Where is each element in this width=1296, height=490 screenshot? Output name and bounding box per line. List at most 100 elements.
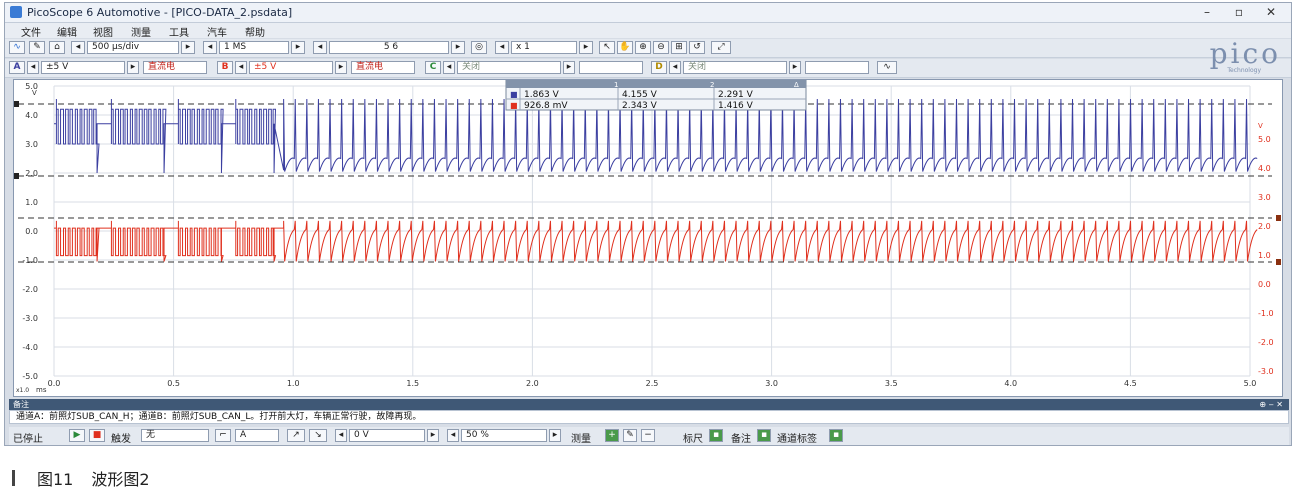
window-title: PicoScope 6 Automotive - [PICO-DATA_2.ps… bbox=[27, 6, 293, 19]
buffer-field[interactable]: 5 6 bbox=[329, 41, 449, 54]
probe-icon[interactable]: ✎ bbox=[29, 41, 45, 54]
ruler-handle-left-a bbox=[14, 101, 19, 107]
channel-a-range-up[interactable]: ▸ bbox=[127, 61, 139, 74]
add-measure-icon[interactable]: + bbox=[605, 429, 619, 442]
app-icon bbox=[10, 6, 22, 18]
hand-icon[interactable]: ✋ bbox=[617, 41, 633, 54]
pretrigger-decrease-button[interactable]: ◂ bbox=[447, 429, 459, 442]
menu-edit[interactable]: 编辑 bbox=[57, 24, 77, 39]
samples-decrease-button[interactable]: ◂ bbox=[203, 41, 217, 54]
channel-b-range-select[interactable]: ±5 V bbox=[249, 61, 333, 74]
channel-a-label[interactable]: A bbox=[9, 61, 25, 74]
x-tick-label: 3.5 bbox=[885, 379, 898, 388]
zoom-increase-button[interactable]: ▸ bbox=[579, 41, 593, 54]
left-tick-label: -3.0 bbox=[22, 314, 38, 323]
x-tick-label: 1.5 bbox=[406, 379, 419, 388]
ruler-handle-left-b bbox=[14, 173, 19, 179]
zoom-out-icon[interactable]: ⊖ bbox=[653, 41, 669, 54]
edit-measure-icon[interactable]: ✎ bbox=[623, 429, 637, 442]
menu-help[interactable]: 帮助 bbox=[245, 24, 265, 39]
scope-mode-icon[interactable]: ∿ bbox=[9, 41, 25, 54]
menu-view[interactable]: 视图 bbox=[93, 24, 113, 39]
channel-c-range-up[interactable]: ▸ bbox=[563, 61, 575, 74]
x-tick-label: 0.5 bbox=[167, 379, 180, 388]
level-increase-button[interactable]: ▸ bbox=[427, 429, 439, 442]
trigger-mode-select[interactable]: 无 bbox=[141, 429, 209, 442]
ruler-row-b-delta: 1.416 V bbox=[718, 101, 754, 111]
rising-edge-icon[interactable]: ↗ bbox=[287, 429, 305, 442]
buffer-next-button[interactable]: ▸ bbox=[451, 41, 465, 54]
start-icon[interactable]: ▶ bbox=[69, 429, 85, 442]
zoom-select[interactable]: x 1 bbox=[511, 41, 577, 54]
buffer-overview-icon[interactable]: ◎ bbox=[471, 41, 487, 54]
timebase-decrease-button[interactable]: ◂ bbox=[71, 41, 85, 54]
level-decrease-button[interactable]: ◂ bbox=[335, 429, 347, 442]
math-channel-icon[interactable]: ∿ bbox=[877, 61, 897, 74]
channel-d-range-up[interactable]: ▸ bbox=[789, 61, 801, 74]
menu-tools[interactable]: 工具 bbox=[169, 24, 189, 39]
channel-c-label[interactable]: C bbox=[425, 61, 441, 74]
channel-c-state-select[interactable]: 关闭 bbox=[457, 61, 561, 74]
menu-measure[interactable]: 测量 bbox=[131, 24, 151, 39]
pointer-icon[interactable]: ↖ bbox=[599, 41, 615, 54]
x-axis: 0.0 0.5 1.0 1.5 2.0 2.5 3.0 3.5 4.0 4.5 5.0 bbox=[48, 379, 1257, 388]
trigger-edge-icon[interactable]: ⌐ bbox=[215, 429, 231, 442]
zoom-fit-icon[interactable]: ⤢ bbox=[711, 41, 731, 54]
channel-c-coupling-select[interactable] bbox=[579, 61, 643, 74]
x-tick-label: 2.0 bbox=[526, 379, 539, 388]
trigger-level-field[interactable]: 0 V bbox=[349, 429, 425, 442]
pretrigger-increase-button[interactable]: ▸ bbox=[549, 429, 561, 442]
channel-labels-label: 通道标签 bbox=[777, 434, 817, 445]
minimize-button[interactable]: – bbox=[1193, 4, 1221, 21]
left-tick-label: -5.0 bbox=[22, 372, 38, 381]
left-tick-label: 2.0 bbox=[25, 169, 38, 178]
zoom-in-icon[interactable]: ⊕ bbox=[635, 41, 651, 54]
buffer-prev-button[interactable]: ◂ bbox=[313, 41, 327, 54]
channel-b-range-up[interactable]: ▸ bbox=[335, 61, 347, 74]
stop-icon[interactable]: ■ bbox=[89, 429, 105, 442]
timebase-increase-button[interactable]: ▸ bbox=[181, 41, 195, 54]
trigger-channel-select[interactable]: A bbox=[235, 429, 279, 442]
notes-toggle-icon[interactable]: ▪ bbox=[757, 429, 771, 442]
timebase-select[interactable]: 500 µs/div bbox=[87, 41, 179, 54]
measure-label: 测量 bbox=[571, 434, 591, 445]
ruler-toggle-icon[interactable]: ▪ bbox=[709, 429, 723, 442]
channel-d-label[interactable]: D bbox=[651, 61, 667, 74]
channel-d-coupling-select[interactable] bbox=[805, 61, 869, 74]
ruler-row-a-delta: 2.291 V bbox=[718, 90, 754, 100]
waveform-plot[interactable]: 5.0 4.0 3.0 2.0 1.0 0.0 -1.0 -2.0 -3.0 -4.0 -5.0 5… bbox=[14, 80, 1282, 396]
channel-b-label[interactable]: B bbox=[217, 61, 233, 74]
channel-labels-toggle-icon[interactable]: ▪ bbox=[829, 429, 843, 442]
pretrigger-field[interactable]: 50 % bbox=[461, 429, 547, 442]
channel-b-waveform bbox=[54, 220, 1258, 262]
channel-a-coupling-select[interactable]: 直流电 bbox=[143, 61, 207, 74]
menu-auto[interactable]: 汽车 bbox=[207, 24, 227, 39]
channel-a-range-down[interactable]: ◂ bbox=[27, 61, 39, 74]
samples-increase-button[interactable]: ▸ bbox=[291, 41, 305, 54]
menu-bar: 文件 编辑 视图 测量 工具 汽车 帮助 bbox=[5, 23, 1291, 39]
home-icon[interactable]: ⌂ bbox=[49, 41, 65, 54]
channel-d-range-down[interactable]: ◂ bbox=[669, 61, 681, 74]
delete-measure-icon[interactable]: − bbox=[641, 429, 655, 442]
left-tick-label: 0.0 bbox=[25, 227, 38, 236]
maximize-button[interactable]: ▫ bbox=[1225, 4, 1253, 21]
channel-d-state-select[interactable]: 关闭 bbox=[683, 61, 787, 74]
notes-controls-icon[interactable]: ⊕ ‒ ✕ bbox=[1259, 399, 1283, 410]
zoom-decrease-button[interactable]: ◂ bbox=[495, 41, 509, 54]
close-button[interactable]: ✕ bbox=[1257, 4, 1285, 21]
samples-select[interactable]: 1 MS bbox=[219, 41, 289, 54]
notes-text[interactable]: 通道A：前照灯SUB_CAN_H；通道B：前照灯SUB_CAN_L。打开前大灯，… bbox=[9, 410, 1289, 424]
falling-edge-icon[interactable]: ↘ bbox=[309, 429, 327, 442]
menu-file[interactable]: 文件 bbox=[21, 24, 41, 39]
channel-b-range-down[interactable]: ◂ bbox=[235, 61, 247, 74]
scope-view[interactable]: 5.0 4.0 3.0 2.0 1.0 0.0 -1.0 -2.0 -3.0 -4.0 -5.0 5… bbox=[13, 79, 1283, 397]
channel-c-range-down[interactable]: ◂ bbox=[443, 61, 455, 74]
zoom-undo-icon[interactable]: ↺ bbox=[689, 41, 705, 54]
x-tick-label: 0.0 bbox=[48, 379, 61, 388]
status-bar: 已停止 ▶ ■ 触发 无 ⌐ A ↗ ↘ ◂ 0 V ▸ ◂ 50 % ▸ 测量… bbox=[9, 427, 1289, 445]
channel-a-range-select[interactable]: ±5 V bbox=[41, 61, 125, 74]
ruler-table[interactable]: 1 2 Δ ■ 1.863 V 4.155 V 2.291 V ■ 926.8 … bbox=[505, 80, 807, 111]
zoom-area-icon[interactable]: ⊞ bbox=[671, 41, 687, 54]
ruler-row-b-v2: 2.343 V bbox=[622, 101, 658, 111]
channel-b-coupling-select[interactable]: 直流电 bbox=[351, 61, 415, 74]
